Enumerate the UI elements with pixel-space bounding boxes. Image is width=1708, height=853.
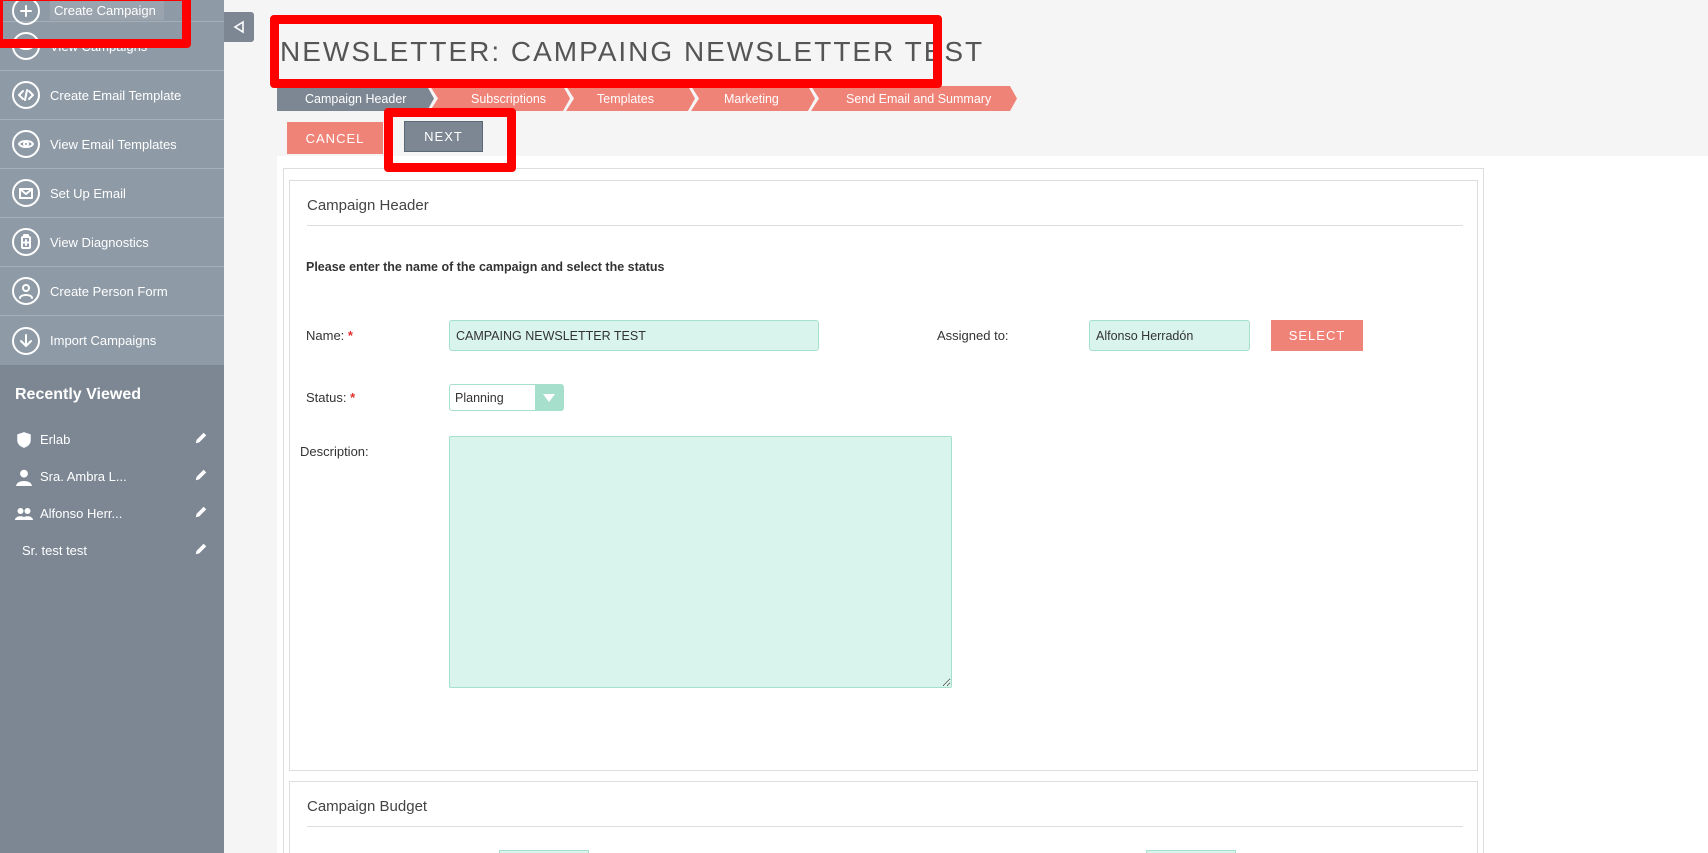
- name-label-text: Name:: [306, 328, 345, 343]
- sidebar-action-label: View Email Templates: [50, 136, 177, 152]
- pencil-icon[interactable]: [194, 542, 208, 559]
- sidebar-action-label: Create Campaign: [50, 1, 164, 20]
- sidebar: Create Campaign View Campaigns Create Em…: [0, 0, 224, 853]
- recently-viewed-label: Sra. Ambra L...: [40, 469, 127, 484]
- sidebar-collapse-button[interactable]: [224, 12, 254, 42]
- recently-viewed-label: Alfonso Herr...: [40, 506, 123, 521]
- triangle-left-icon: [233, 20, 244, 34]
- chevron-down-icon: [535, 385, 563, 410]
- person-icon: [15, 468, 37, 486]
- sidebar-action-label: View Diagnostics: [50, 234, 149, 250]
- plus-icon: [12, 0, 40, 25]
- campaign-budget-section: Campaign Budget: [289, 781, 1478, 853]
- sidebar-action-create-campaign[interactable]: Create Campaign: [0, 0, 224, 25]
- wizard-step-marketing[interactable]: Marketing: [691, 86, 815, 111]
- download-icon: [12, 326, 40, 355]
- wizard-steps: Campaign Header Subscriptions Templates …: [277, 86, 1017, 111]
- sidebar-action-set-up-email[interactable]: Set Up Email: [0, 169, 224, 218]
- status-label: Status: *: [306, 390, 355, 405]
- required-mark: *: [350, 390, 356, 405]
- name-input[interactable]: [449, 320, 819, 351]
- status-label-text: Status:: [306, 390, 347, 405]
- cancel-button[interactable]: CANCEL: [287, 122, 383, 154]
- recently-viewed-title: Recently Viewed: [15, 386, 141, 403]
- code-icon: [12, 81, 40, 109]
- wizard-step-templates[interactable]: Templates: [566, 86, 695, 111]
- sidebar-action-create-email-template[interactable]: Create Email Template: [0, 71, 224, 120]
- eye-icon: [12, 32, 40, 60]
- sidebar-action-label: Import Campaigns: [50, 333, 157, 348]
- person-icon: [12, 277, 40, 305]
- diagnostics-icon: [12, 228, 40, 256]
- recently-viewed-item[interactable]: Erlab: [0, 421, 224, 458]
- page-title: NEWSLETTER: CAMPAING NEWSLETTER TEST: [280, 36, 985, 67]
- sidebar-action-view-diagnostics[interactable]: View Diagnostics: [0, 218, 224, 267]
- assigned-to-input[interactable]: [1089, 320, 1250, 351]
- required-mark: *: [347, 328, 353, 343]
- shield-icon: [15, 431, 37, 449]
- recently-viewed-item[interactable]: Sra. Ambra L...: [0, 458, 224, 495]
- pencil-icon[interactable]: [194, 468, 208, 485]
- sidebar-action-view-email-templates[interactable]: View Email Templates: [0, 120, 224, 169]
- pencil-icon[interactable]: [194, 505, 208, 522]
- envelope-icon: [12, 179, 40, 207]
- description-textarea[interactable]: [449, 436, 952, 688]
- description-label: Description:: [300, 444, 369, 459]
- recently-viewed-item[interactable]: Alfonso Herr...: [0, 495, 224, 532]
- eye-icon: [12, 130, 40, 158]
- section-divider: [307, 225, 1463, 226]
- next-button[interactable]: NEXT: [404, 121, 483, 152]
- status-select-value: Planning: [455, 390, 504, 405]
- select-user-button[interactable]: SELECT: [1271, 320, 1363, 351]
- pencil-icon[interactable]: [194, 431, 208, 448]
- sidebar-action-view-campaigns[interactable]: View Campaigns: [0, 22, 224, 71]
- recently-viewed-label: Sr. test test: [22, 543, 88, 558]
- sidebar-action-label: View Campaigns: [50, 38, 148, 54]
- section-title: Campaign Budget: [307, 798, 428, 815]
- recently-viewed-label: Erlab: [40, 432, 71, 447]
- wizard-step-campaign-header[interactable]: Campaign Header: [277, 86, 434, 111]
- status-select[interactable]: Planning: [449, 384, 564, 411]
- section-divider: [307, 826, 1463, 827]
- assigned-to-label: Assigned to:: [937, 328, 1009, 343]
- recently-viewed-item[interactable]: Sr. test test: [0, 532, 224, 569]
- section-title: Campaign Header: [307, 197, 429, 214]
- sidebar-action-import-campaigns[interactable]: Import Campaigns: [0, 316, 224, 365]
- sidebar-action-label: Set Up Email: [50, 185, 126, 201]
- form-instructions: Please enter the name of the campaign an…: [306, 260, 665, 274]
- sidebar-action-label: Create Person Form: [50, 283, 168, 299]
- sidebar-action-label: Create Email Template: [50, 87, 182, 103]
- wizard-step-send-email-summary[interactable]: Send Email and Summary: [811, 86, 1017, 111]
- group-icon: [15, 505, 37, 523]
- wizard-step-subscriptions[interactable]: Subscriptions: [430, 86, 570, 111]
- sidebar-action-create-person-form[interactable]: Create Person Form: [0, 267, 224, 316]
- name-label: Name: *: [306, 328, 353, 343]
- sidebar-actions: Create Campaign View Campaigns Create Em…: [0, 0, 224, 365]
